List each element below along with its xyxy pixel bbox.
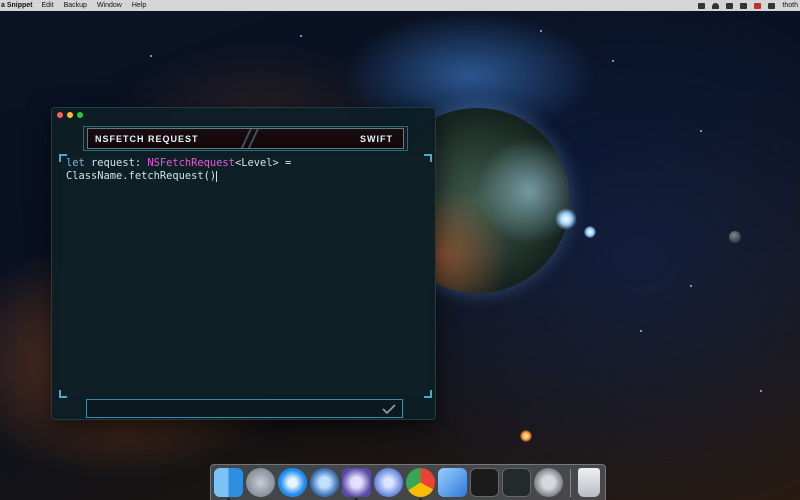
bbedit-icon[interactable]: [342, 468, 371, 500]
corner-bracket: [59, 154, 67, 162]
network-radar-icon[interactable]: [374, 468, 403, 497]
menu-backup[interactable]: Backup: [64, 2, 87, 9]
check-icon[interactable]: [381, 402, 397, 416]
language-label[interactable]: SWIFT: [360, 134, 393, 144]
corner-bracket: [424, 154, 432, 162]
code-text: request:: [84, 157, 148, 169]
close-button[interactable]: [57, 112, 63, 118]
code-text: ClassName.fetchRequest(): [66, 170, 217, 182]
minimize-button[interactable]: [67, 112, 73, 118]
snippet-window: NSFETCH REQUEST SWIFT let request: NSFet…: [51, 107, 436, 420]
activity-monitor-icon[interactable]: [502, 468, 531, 497]
airplay-icon[interactable]: [726, 2, 734, 9]
corner-bracket: [424, 390, 432, 398]
dock-separator: [570, 468, 571, 497]
safari-icon[interactable]: [278, 468, 307, 497]
menu-edit[interactable]: Edit: [42, 2, 54, 9]
lens-flare: [555, 208, 577, 230]
battery-icon[interactable]: [698, 2, 706, 9]
wifi-icon[interactable]: [712, 2, 720, 9]
trash-icon[interactable]: [578, 468, 600, 497]
window-controls: [57, 112, 83, 118]
code-line: ClassName.fetchRequest(): [66, 170, 425, 183]
corner-bracket: [59, 390, 67, 398]
zoom-button[interactable]: [77, 112, 83, 118]
dock: [210, 464, 606, 500]
quicktime-icon[interactable]: [310, 468, 339, 497]
moon-wallpaper: [729, 231, 741, 243]
system-preferences-icon[interactable]: [534, 468, 563, 497]
code-type: NSFetchRequest: [147, 157, 235, 169]
display-icon[interactable]: [768, 2, 776, 9]
user-name[interactable]: thoth: [782, 2, 798, 9]
snippet-title[interactable]: NSFETCH REQUEST: [95, 134, 199, 144]
volume-icon[interactable]: [740, 2, 748, 9]
lens-flare: [584, 226, 596, 238]
app-menu[interactable]: a Snippet: [1, 2, 33, 9]
chrome-icon[interactable]: [406, 468, 435, 500]
code-editor[interactable]: let request: NSFetchRequest<Level> = Cla…: [59, 154, 432, 398]
menu-help[interactable]: Help: [132, 2, 146, 9]
menu-bar: a Snippet Edit Backup Window Help thoth: [0, 0, 800, 11]
terminal-icon[interactable]: [470, 468, 499, 497]
code-text: <Level> =: [234, 157, 292, 169]
xcode-icon[interactable]: [438, 468, 467, 497]
code-line: let request: NSFetchRequest<Level> =: [66, 157, 425, 170]
finder-icon[interactable]: [214, 468, 243, 500]
flag-icon[interactable]: [754, 2, 762, 9]
text-cursor: [216, 170, 218, 182]
menu-window[interactable]: Window: [97, 2, 122, 9]
lens-flare: [520, 430, 532, 442]
header-divider: [234, 129, 264, 148]
snippet-header: NSFETCH REQUEST SWIFT: [83, 126, 408, 151]
status-tray: thoth: [698, 0, 798, 11]
code-keyword: let: [66, 157, 85, 169]
launchpad-icon[interactable]: [246, 468, 275, 497]
action-bar[interactable]: [86, 399, 403, 418]
